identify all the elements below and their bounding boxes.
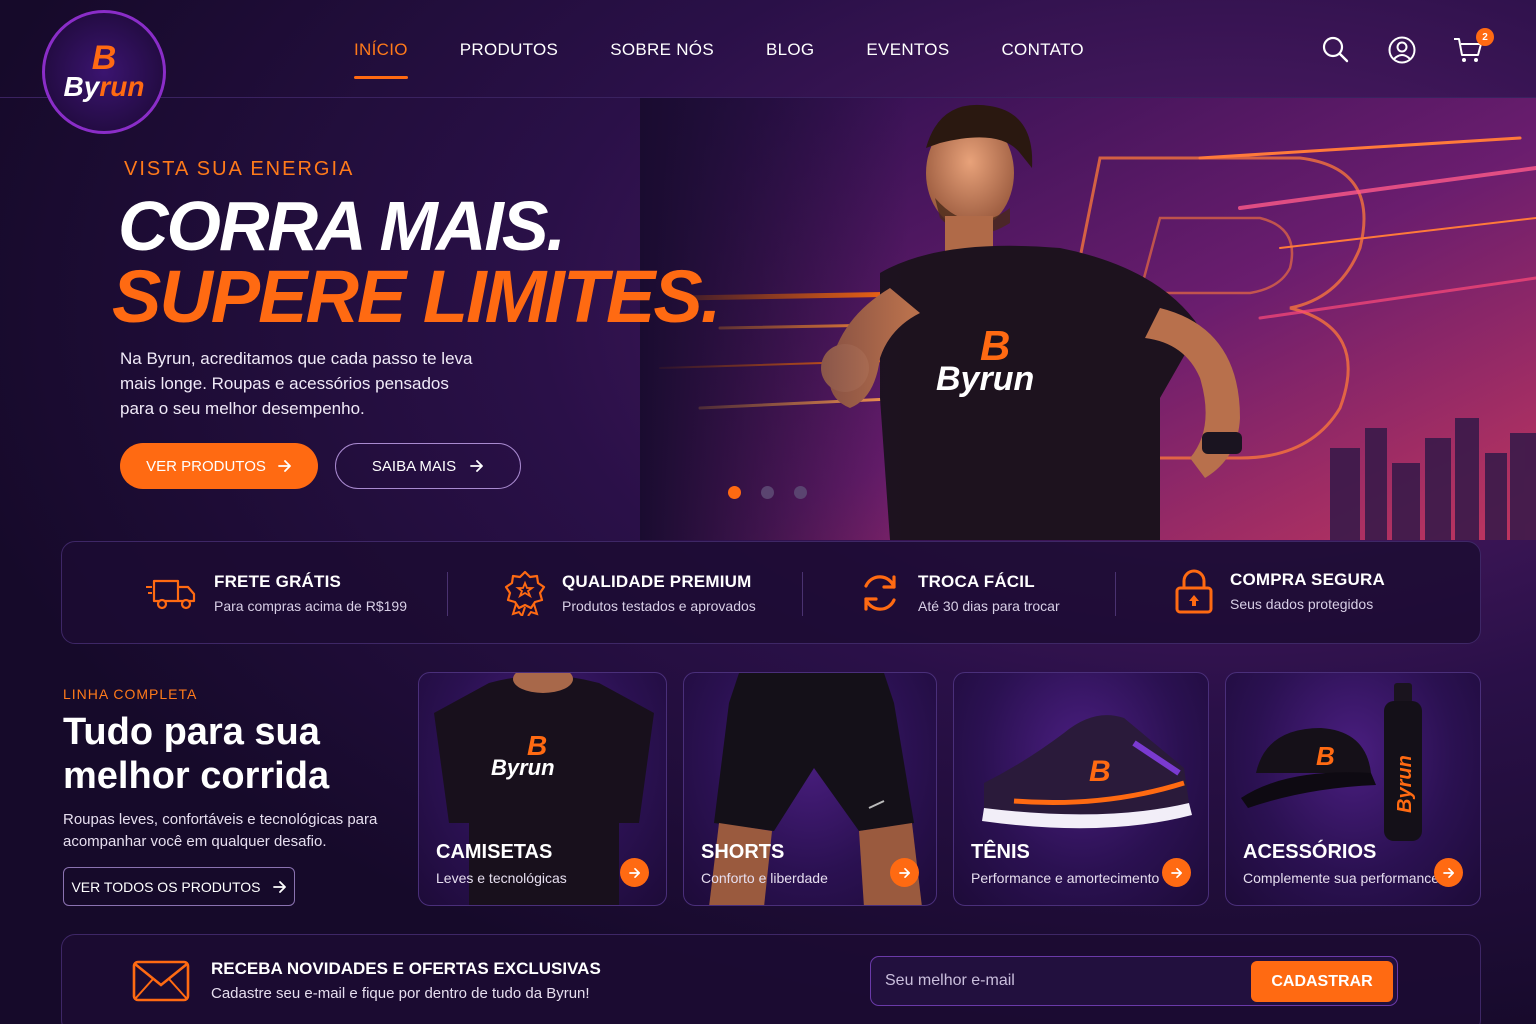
feature-divider [1115,572,1116,616]
bottle-logo-text: Byrun [1394,755,1416,813]
category-subtitle: Performance e amortecimento [971,870,1160,886]
lock-icon [1175,569,1213,614]
feature-secure-purchase: COMPRA SEGURA Seus dados protegidos [1174,569,1385,614]
category-card-camisetas[interactable]: B Byrun CAMISETAS Leves e tecnológicas [418,672,667,906]
arrow-right-icon[interactable] [890,858,919,887]
email-field[interactable] [885,957,1245,1005]
categories-description: Roupas leves, confortáveis e tecnológica… [63,811,378,850]
feature-premium-quality: QUALIDADE PREMIUM Produtos testados e apr… [504,570,756,616]
category-subtitle: Complemente sua performance [1243,870,1440,886]
arrow-right-icon [470,460,483,472]
subscribe-button[interactable]: CADASTRAR [1251,961,1393,1002]
category-card-acessorios[interactable]: B Byrun ACESSÓRIOS Complemente sua perfo… [1225,672,1481,906]
cap-logo-mark: B [1316,741,1335,771]
nav-item-inicio[interactable]: INÍCIO [354,40,408,80]
arrow-right-icon[interactable] [1162,858,1191,887]
hero-title-line2: SUPERE LIMITES. [112,255,721,338]
cart-count-badge: 2 [1476,28,1494,46]
arrow-right-icon[interactable] [620,858,649,887]
nav-item-eventos[interactable]: EVENTOS [866,40,949,80]
feature-title: FRETE GRÁTIS [214,572,342,591]
carousel-dots [728,486,807,499]
header-actions: 2 [1320,28,1494,66]
logo-wordmark: Byrun [64,73,145,101]
award-icon [504,570,546,616]
logo-run: run [99,71,145,102]
newsletter-title: RECEBA NOVIDADES E OFERTAS EXCLUSIVAS [211,959,601,978]
view-all-products-button[interactable]: VER TODOS OS PRODUTOS [63,867,295,906]
truck-icon [146,579,196,610]
arrow-right-icon[interactable] [1434,858,1463,887]
newsletter-section: RECEBA NOVIDADES E OFERTAS EXCLUSIVAS Ca… [61,934,1481,1024]
feature-title: QUALIDADE PREMIUM [562,572,752,591]
carousel-dot-3[interactable] [794,486,807,499]
hero-description: Na Byrun, acreditamos que cada passo te … [120,349,473,418]
view-products-button[interactable]: VER PRODUTOS [120,443,318,489]
main-nav: INÍCIO PRODUTOS SOBRE NÓS BLOG EVENTOS C… [354,40,1136,80]
nav-item-blog[interactable]: BLOG [766,40,814,80]
view-products-label: VER PRODUTOS [146,457,266,475]
hero-illustration: B Byrun [640,98,1536,540]
category-title: ACESSÓRIOS [1243,841,1377,863]
feature-subtitle: Seus dados protegidos [1230,596,1374,612]
categories-heading: Tudo para sua melhor corrida [63,711,330,797]
nav-item-contato[interactable]: CONTATO [1001,40,1083,80]
site-header: B Byrun INÍCIO PRODUTOS SOBRE NÓS BLOG E… [0,0,1536,134]
category-card-tenis[interactable]: B TÊNIS Performance e amortecimento [953,672,1209,906]
nav-item-sobre-nos[interactable]: SOBRE NÓS [610,40,714,80]
category-title: TÊNIS [971,841,1030,863]
brand-logo[interactable]: B Byrun [42,10,166,134]
newsletter-form: CADASTRAR [870,956,1398,1006]
search-icon[interactable] [1320,34,1352,66]
user-icon[interactable] [1386,34,1418,66]
hero-image: B Byrun [640,98,1536,540]
cart-icon[interactable]: 2 [1452,28,1494,66]
arrow-right-icon [277,460,291,472]
feature-title: COMPRA SEGURA [1230,570,1385,589]
feature-subtitle: Produtos testados e aprovados [562,598,756,614]
category-title: CAMISETAS [436,841,553,863]
feature-free-shipping: FRETE GRÁTIS Para compras acima de R$199 [146,571,407,615]
carousel-dot-1[interactable] [728,486,741,499]
hero-tagline: VISTA SUA ENERGIA [124,158,355,180]
logo-mark: B [91,39,117,77]
feature-divider [447,572,448,616]
refresh-icon [864,575,896,611]
feature-title: TROCA FÁCIL [918,572,1035,591]
category-subtitle: Leves e tecnológicas [436,870,567,886]
tshirt-logo-text: Byrun [491,755,555,780]
category-subtitle: Conforto e liberdade [701,870,828,886]
feature-divider [802,572,803,616]
view-all-products-label: VER TODOS OS PRODUTOS [71,878,261,895]
learn-more-button[interactable]: SAIBA MAIS [335,443,521,489]
logo-by: By [63,71,100,102]
feature-subtitle: Para compras acima de R$199 [214,598,407,614]
arrow-right-icon [272,880,286,893]
newsletter-subtitle: Cadastre seu e-mail e fique por dentro d… [211,985,590,1002]
features-bar: FRETE GRÁTIS Para compras acima de R$199 … [61,541,1481,644]
feature-subtitle: Até 30 dias para trocar [918,598,1060,614]
sneaker-logo-mark: B [1089,755,1111,788]
feature-easy-exchange: TROCA FÁCIL Até 30 dias para trocar [858,571,1060,615]
learn-more-label: SAIBA MAIS [371,457,457,475]
categories-tag: LINHA COMPLETA [63,686,198,702]
category-title: SHORTS [701,841,785,863]
category-card-shorts[interactable]: SHORTS Conforto e liberdade [683,672,937,906]
mail-icon [132,960,190,1002]
nav-item-produtos[interactable]: PRODUTOS [460,40,558,80]
carousel-dot-2[interactable] [761,486,774,499]
